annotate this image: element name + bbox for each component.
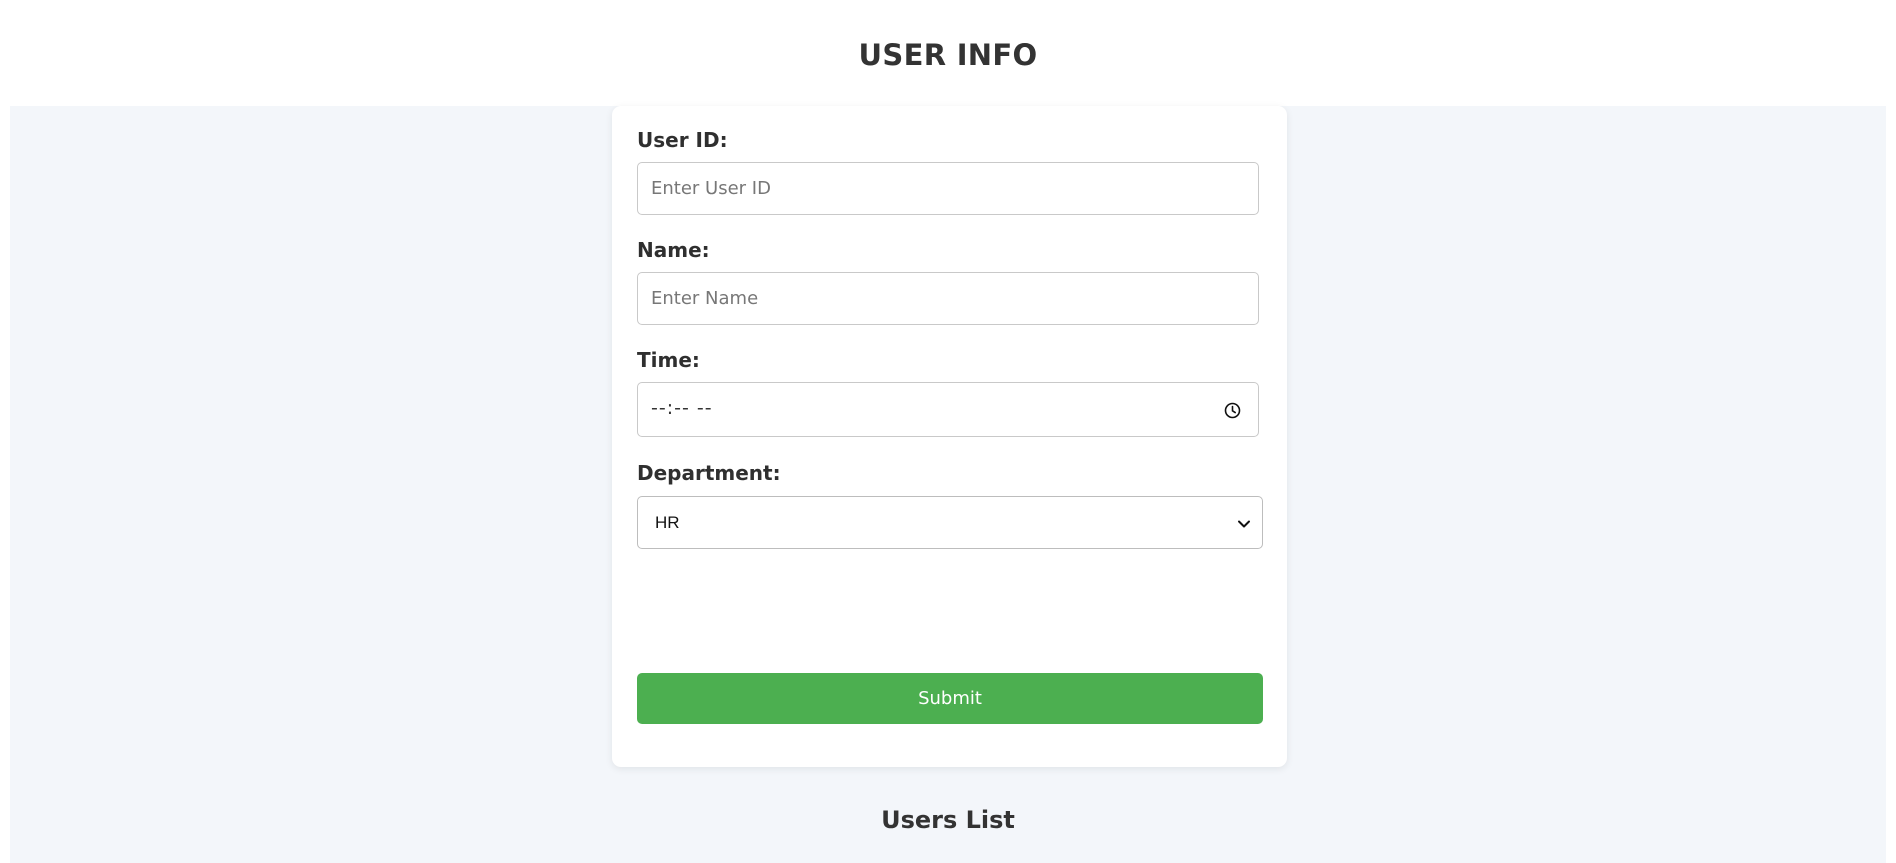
main-area: User ID: Name: Time: --:-- -- Department… xyxy=(10,106,1886,863)
user-info-form: User ID: Name: Time: --:-- -- Department… xyxy=(612,106,1287,767)
time-label: Time: xyxy=(637,348,700,372)
name-input[interactable] xyxy=(637,272,1259,325)
users-list-heading: Users List xyxy=(881,806,1015,834)
department-select[interactable]: HR xyxy=(637,496,1263,549)
time-input[interactable]: --:-- -- xyxy=(637,382,1259,437)
department-selected-value: HR xyxy=(655,513,680,532)
clock-icon[interactable] xyxy=(1224,402,1241,419)
submit-button[interactable]: Submit xyxy=(637,673,1263,724)
department-label: Department: xyxy=(637,461,781,485)
chevron-down-icon xyxy=(1237,516,1251,530)
page-header: USER INFO xyxy=(0,0,1896,106)
page-title: USER INFO xyxy=(858,38,1038,72)
user-id-label: User ID: xyxy=(637,128,728,152)
time-value: --:-- -- xyxy=(651,397,713,419)
name-label: Name: xyxy=(637,238,710,262)
user-id-input[interactable] xyxy=(637,162,1259,215)
